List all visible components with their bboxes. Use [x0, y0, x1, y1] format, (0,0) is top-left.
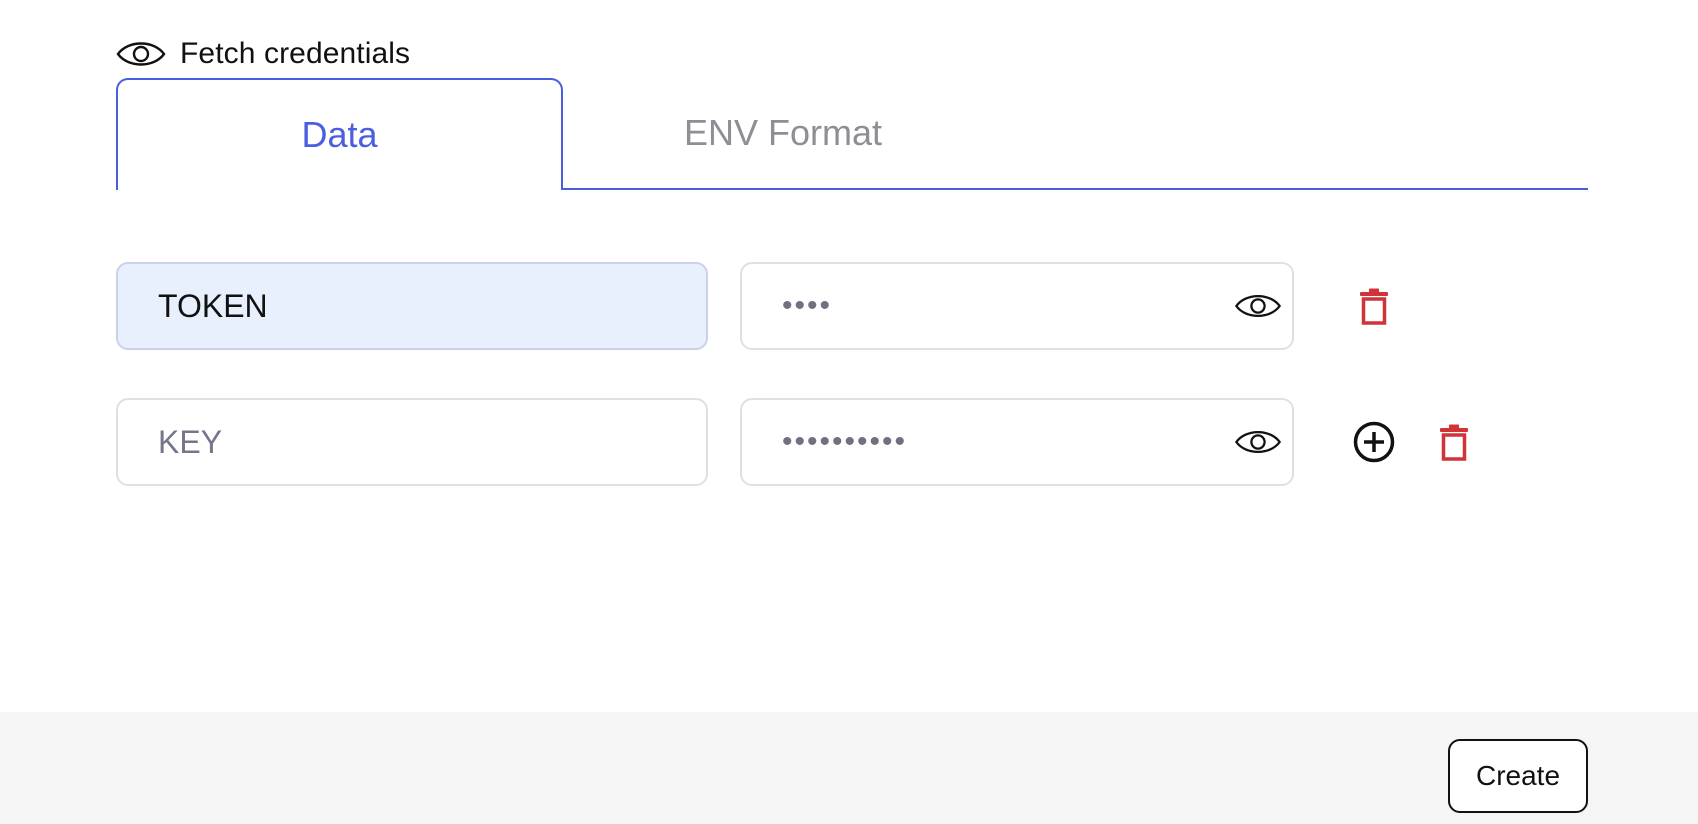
tab-data[interactable]: Data	[116, 78, 563, 190]
credential-row: ••••	[116, 262, 1516, 350]
key-input[interactable]	[116, 398, 708, 486]
key-input[interactable]	[116, 262, 708, 350]
fetch-credentials-toggle[interactable]: Fetch credentials	[116, 32, 410, 76]
show-secret-eye-icon[interactable]	[1232, 420, 1284, 464]
credential-row: ••••••••••	[116, 398, 1516, 486]
tab-bar: Data ENV Format	[116, 78, 1588, 190]
secret-value-masked: ••••••••••	[782, 425, 908, 458]
trash-icon[interactable]	[1430, 418, 1478, 466]
create-button[interactable]: Create	[1448, 739, 1588, 813]
secret-value-field[interactable]: ••••••••••	[740, 398, 1294, 486]
trash-icon[interactable]	[1350, 282, 1398, 330]
plus-circle-icon[interactable]	[1350, 418, 1398, 466]
tab-env-format[interactable]: ENV Format	[563, 78, 1003, 188]
tab-underline	[563, 188, 1588, 190]
secret-value-field[interactable]: ••••	[740, 262, 1294, 350]
fetch-credentials-label: Fetch credentials	[180, 37, 411, 70]
show-secret-eye-icon[interactable]	[1232, 284, 1284, 328]
secret-value-masked: ••••	[782, 289, 833, 322]
dialog-footer	[0, 712, 1698, 824]
eye-icon	[116, 37, 166, 71]
credentials-form: Fetch credentials Data ENV Format ••••	[0, 0, 1698, 824]
